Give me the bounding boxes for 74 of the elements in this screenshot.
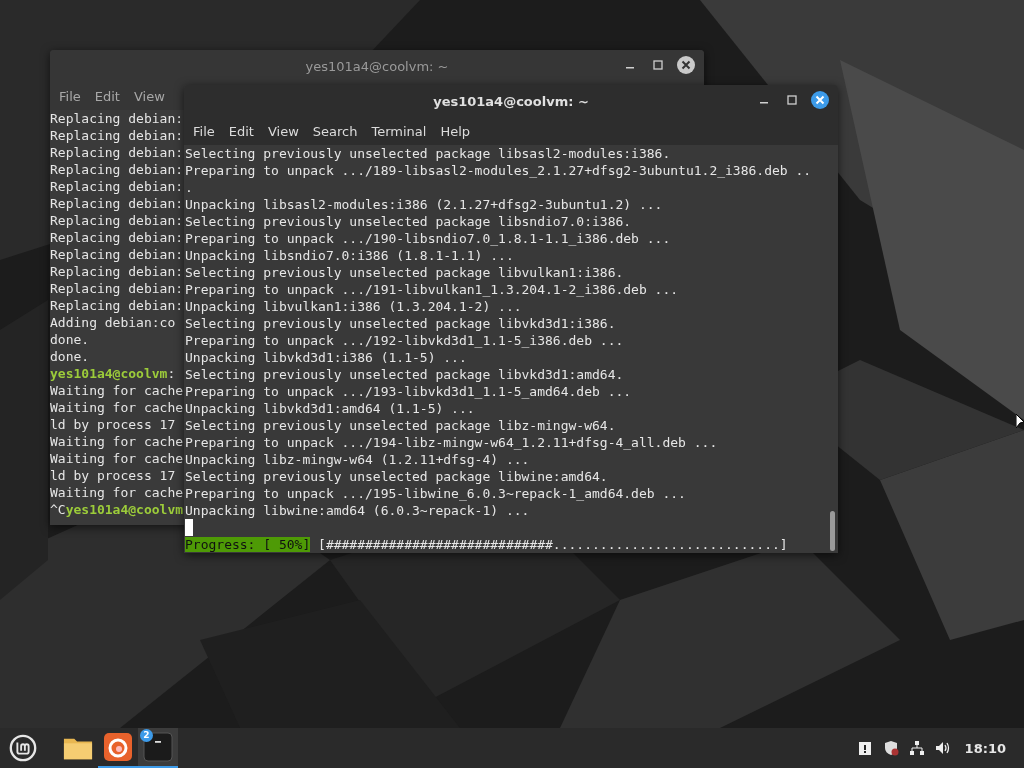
terminal-text: Preparing to unpack .../192-libvkd3d1_1.1-5_i386.deb ... (185, 333, 624, 348)
close-icon[interactable] (810, 90, 830, 110)
terminal-text: Replacing debian: (50, 230, 184, 245)
menu-item[interactable]: View (261, 121, 305, 141)
terminal-text: Replacing debian: (50, 298, 184, 313)
terminal-text: . (185, 180, 193, 195)
scrollbar-thumb[interactable] (830, 511, 835, 551)
terminal-text: Selecting previously unselected package libwine:amd64. (185, 469, 608, 484)
terminal-text: done. (50, 349, 90, 364)
terminal-text: ld by process 17 (50, 417, 176, 432)
window-title: yes101a4@coolvm: ~ (433, 93, 589, 109)
terminal-text: Replacing debian: (50, 179, 184, 194)
prompt-text: yes101a4@coolvm (65, 502, 184, 517)
menu-item[interactable]: Terminal (365, 121, 433, 141)
volume-icon[interactable] (934, 740, 951, 756)
terminal-text: Selecting previously unselected package libsasl2-modules:i386. (185, 146, 671, 161)
menu-item[interactable]: Edit (222, 121, 260, 141)
terminal-text: Adding debian:co (50, 315, 176, 330)
terminal-text: Preparing to unpack .../189-libsasl2-modules_2.1.27+dfsg2-3ubuntu1.2_i386.deb .. (185, 163, 812, 178)
terminal-text: Waiting for cache (50, 400, 184, 415)
clock[interactable]: 18:10 (964, 740, 1006, 756)
terminal-text: Unpacking libvulkan1:i386 (1.3.204.1-2) ... (185, 299, 522, 314)
terminal-text: Selecting previously unselected package libz-mingw-w64. (185, 418, 616, 433)
terminal-text: : (167, 366, 176, 381)
terminal-text: Selecting previously unselected package libsndio7.0:i386. (185, 214, 632, 229)
terminal-text: Selecting previously unselected package libvulkan1:i386. (185, 265, 624, 280)
terminal-text: Unpacking libsndio7.0:i386 (1.8.1-1.1) ... (185, 248, 514, 263)
terminal-text: Unpacking libz-mingw-w64 (1.2.11+dfsg-4) ... (185, 452, 530, 467)
terminal-text: Replacing debian: (50, 128, 184, 143)
shield-icon[interactable] (882, 740, 899, 756)
terminal-text: Unpacking libsasl2-modules:i386 (2.1.27+dfsg2-3ubuntu1.2) ... (185, 197, 663, 212)
terminal-icon (143, 732, 173, 762)
terminal-text: Replacing debian: (50, 213, 184, 228)
menu-item[interactable]: File (53, 86, 87, 106)
terminal-text: Waiting for cache (50, 451, 184, 466)
mouse-pointer-icon (1016, 414, 1024, 428)
terminal-text: ld by process 17 (50, 468, 176, 483)
terminal-text: Preparing to unpack .../191-libvulkan1_1.3.204.1-2_i386.deb ... (185, 282, 679, 297)
menu-item[interactable]: Search (306, 121, 364, 141)
terminal-text: Replacing debian: (50, 264, 184, 279)
menu-item[interactable]: File (187, 121, 221, 141)
terminal-text: Waiting for cache (50, 485, 184, 500)
terminal-text: done. (50, 332, 90, 347)
terminal-text: Replacing debian: (50, 162, 184, 177)
terminal-text: ^C (50, 502, 66, 517)
prompt-text: yes101a4@coolvm (50, 366, 168, 381)
browser-icon (103, 732, 133, 762)
terminal-text: Waiting for cache (50, 434, 184, 449)
progress-label: Progress: [ 50%] (185, 537, 311, 552)
terminal-text: Replacing debian: (50, 281, 184, 296)
window-title: yes101a4@coolvm: ~ (305, 58, 449, 74)
network-icon[interactable] (908, 740, 925, 756)
terminal-text: Replacing debian: (50, 247, 184, 262)
terminal-text: Unpacking libvkd3d1:amd64 (1.1-5) ... (185, 401, 475, 416)
close-icon[interactable] (676, 55, 696, 75)
terminal-text: Preparing to unpack .../195-libwine_6.0.3~repack-1_amd64.deb ... (185, 486, 686, 501)
terminal-text: Replacing debian: (50, 111, 184, 126)
menu-item[interactable]: View (127, 86, 171, 106)
terminal-text: Unpacking libwine:amd64 (6.0.3~repack-1) ... (185, 503, 530, 518)
menu-item[interactable]: Help (434, 121, 477, 141)
terminal-text: Replacing debian: (50, 145, 184, 160)
terminal-text: [#############################.............................] (317, 537, 788, 552)
clipboard-icon[interactable] (856, 740, 873, 756)
notification-badge: 2 (140, 729, 153, 742)
menu-item[interactable]: Edit (88, 86, 126, 106)
logo-icon (8, 733, 38, 763)
terminal-text: Waiting for cache (50, 383, 184, 398)
terminal-text: Preparing to unpack .../193-libvkd3d1_1.1-5_amd64.deb ... (185, 384, 632, 399)
terminal-text: Preparing to unpack .../190-libsndio7.0_1.8.1-1.1_i386.deb ... (185, 231, 671, 246)
terminal-text: Preparing to unpack .../194-libz-mingw-w64_1.2.11+dfsg-4_all.deb ... (185, 435, 718, 450)
terminal-text: Unpacking libvkd3d1:i386 (1.1-5) ... (185, 350, 467, 365)
terminal-text: Selecting previously unselected package libvkd3d1:amd64. (185, 367, 624, 382)
terminal-text: Replacing debian: (50, 196, 184, 211)
terminal-text: Selecting previously unselected package libvkd3d1:i386. (185, 316, 616, 331)
